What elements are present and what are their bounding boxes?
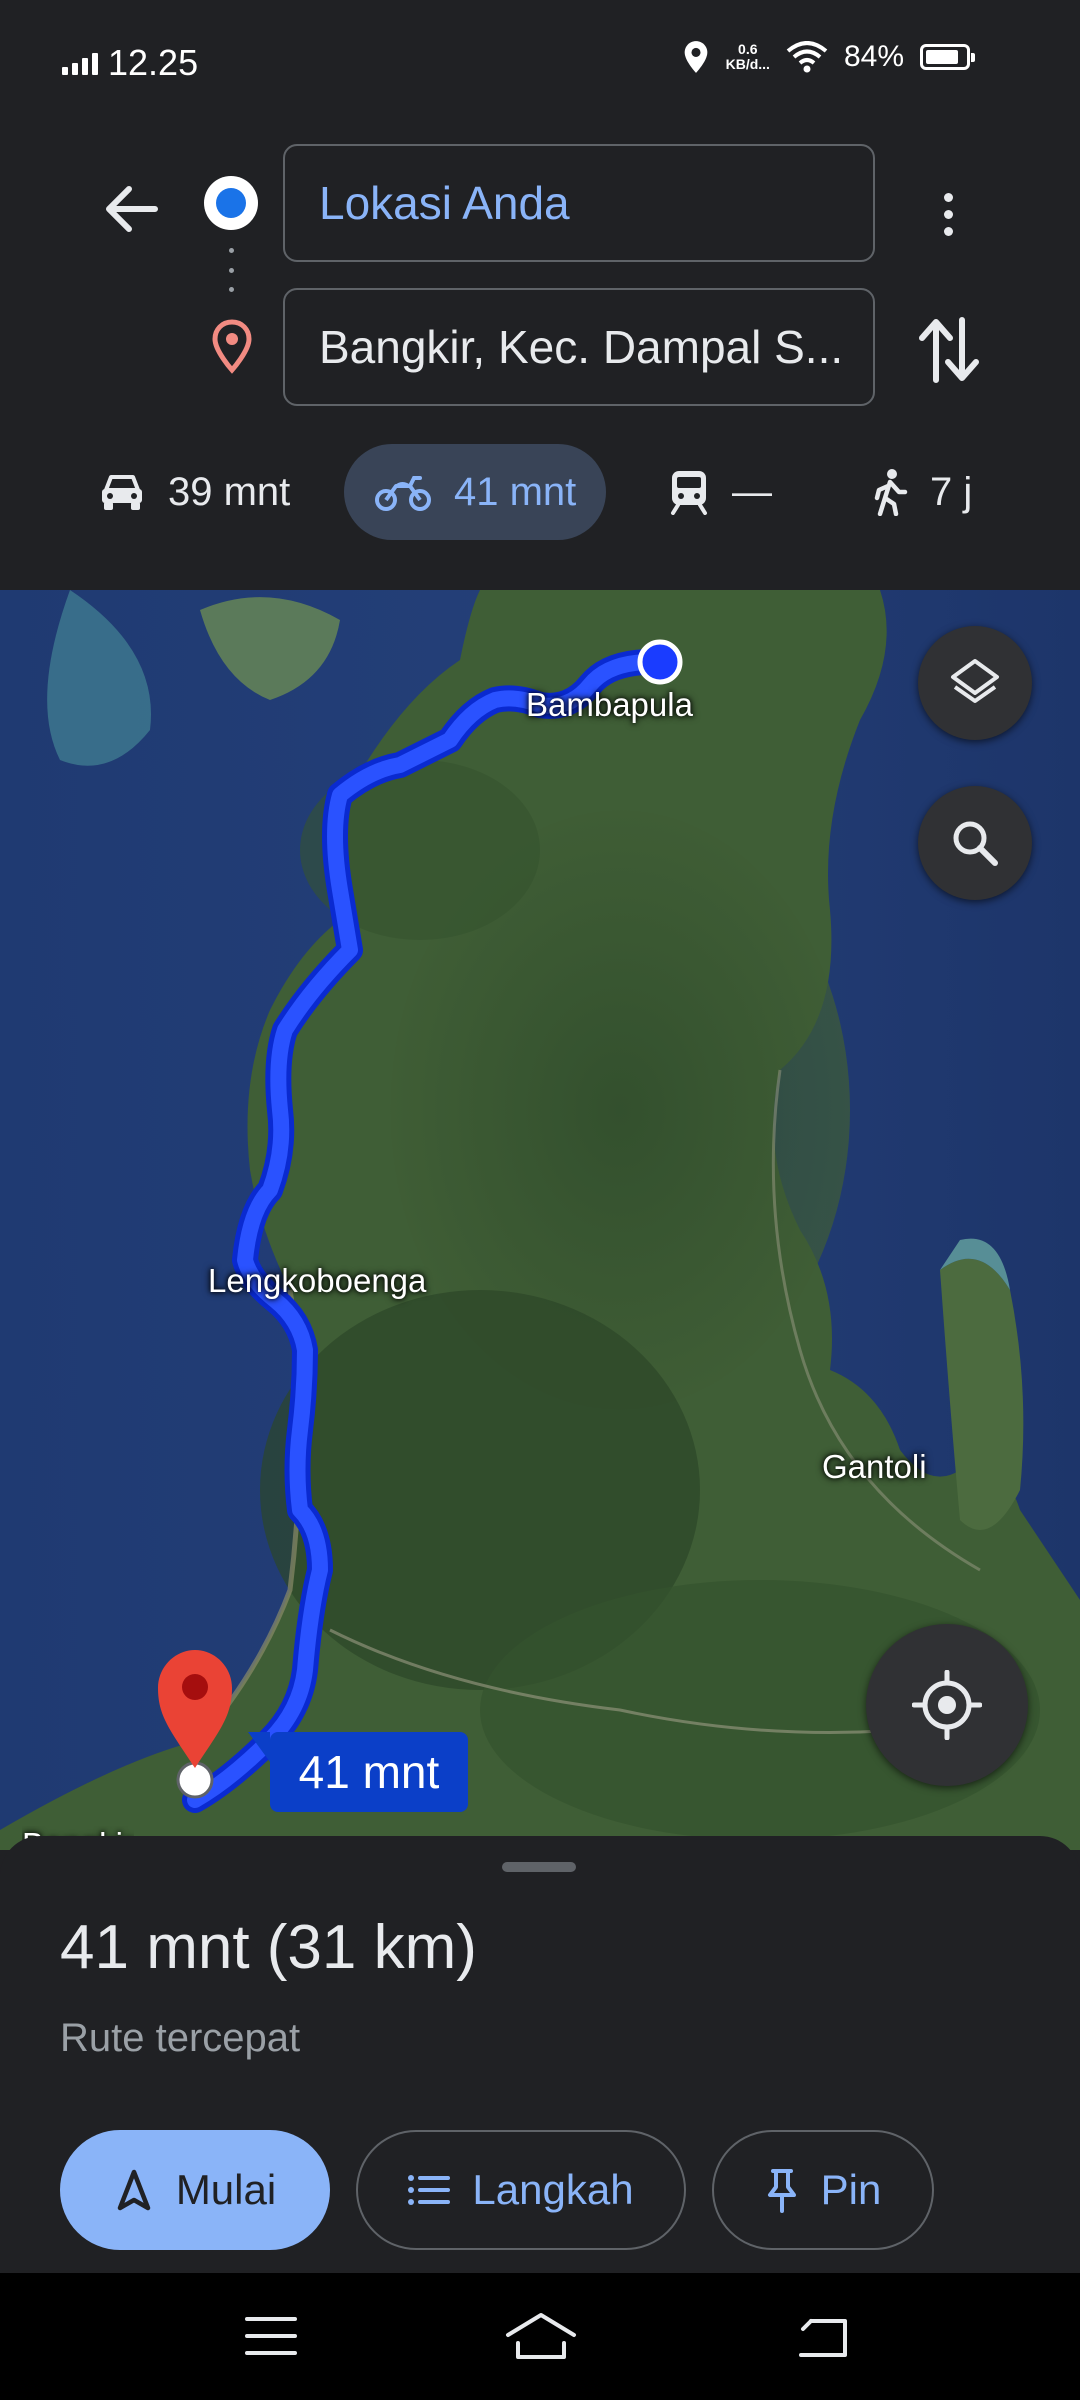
map-label-start: Bambapula [526,686,693,723]
signal-icon [62,51,98,75]
navigation-arrow-icon [117,2169,151,2211]
destination-pin-icon [212,319,252,374]
pin-button[interactable]: Pin [712,2130,934,2250]
route-eta-chip[interactable]: 41 mnt [248,1732,468,1812]
my-location-button[interactable] [866,1624,1028,1786]
mode-car-time: 39 mnt [168,469,291,514]
route-description: Rute tercepat [60,2016,301,2060]
train-icon [671,471,707,515]
steps-button[interactable]: Langkah [356,2130,686,2250]
pin-button-label: Pin [820,2166,882,2213]
system-nav-bar [0,2273,1080,2400]
nav-back-button[interactable] [778,2291,868,2381]
mode-walk-time: 7 j [930,469,973,514]
battery-icon [920,44,975,70]
battery-fill [926,50,958,64]
map-label-mid: Lengkoboenga [208,1262,427,1299]
start-button[interactable]: Mulai [60,2130,330,2250]
map-view[interactable]: Bambapula Lengkoboenga Gantoli Bangkir 4… [0,590,1080,1850]
layers-button[interactable] [918,626,1032,740]
status-right: 0.6 KB/d... 84% [682,40,975,74]
pin-icon [767,2169,796,2213]
start-button-label: Mulai [175,2166,277,2213]
route-bottom-sheet: 41 mnt (31 km) Rute tercepat Mulai Langk… [0,1836,1080,2273]
directions-header: Lokasi Anda Bangkir, Kec. Dampal S... 39… [0,130,1080,590]
mode-car[interactable]: 39 mnt [98,444,290,540]
wifi-icon [786,41,828,73]
origin-input[interactable]: Lokasi Anda [283,144,875,262]
search-icon [953,821,998,866]
motorcycle-icon [375,476,431,511]
more-vert-icon[interactable] [920,174,976,254]
mode-transit-time: — [732,469,772,514]
location-icon [684,41,707,73]
net-speed-value: 0.6 [738,41,758,57]
battery-percent: 84% [843,40,904,73]
back-button[interactable] [96,174,166,244]
nav-menu-button[interactable] [226,2291,316,2381]
mode-transit[interactable]: — [668,444,772,540]
route-end-marker [176,1761,214,1799]
net-speed-unit: KB/d... [725,56,770,72]
my-location-icon [912,1670,982,1740]
home-icon [506,2313,576,2359]
net-speed: 0.6 KB/d... [726,42,770,72]
layers-icon [951,659,999,703]
menu-icon [245,2317,297,2355]
list-icon [408,2175,451,2205]
mode-walk[interactable]: 7 j [872,444,972,540]
destination-input[interactable]: Bangkir, Kec. Dampal S... [283,288,875,406]
travel-modes: 39 mnt 41 mnt — 7 j [0,444,1080,540]
walk-icon [874,469,908,516]
back-icon [799,2319,847,2357]
status-time: 12.25 [108,42,199,83]
car-icon [102,475,142,510]
route-start-marker [637,639,683,685]
mode-motorcycle[interactable]: 41 mnt [344,444,607,540]
map-label-east: Gantoli [822,1448,927,1485]
sheet-drag-handle[interactable] [502,1862,576,1872]
route-summary: 41 mnt (31 km) [60,1913,477,1982]
steps-button-label: Langkah [472,2166,634,2213]
back-arrow-icon [106,186,158,232]
status-left: 12.25 [62,42,198,84]
swap-icon[interactable] [914,310,984,390]
mode-motorcycle-time: 41 mnt [454,469,577,514]
origin-dot-icon [204,176,258,230]
map-search-button[interactable] [918,786,1032,900]
route-connector [228,248,234,292]
nav-home-button[interactable] [496,2291,586,2381]
status-bar: 12.25 0.6 KB/d... 84% [0,0,1080,130]
